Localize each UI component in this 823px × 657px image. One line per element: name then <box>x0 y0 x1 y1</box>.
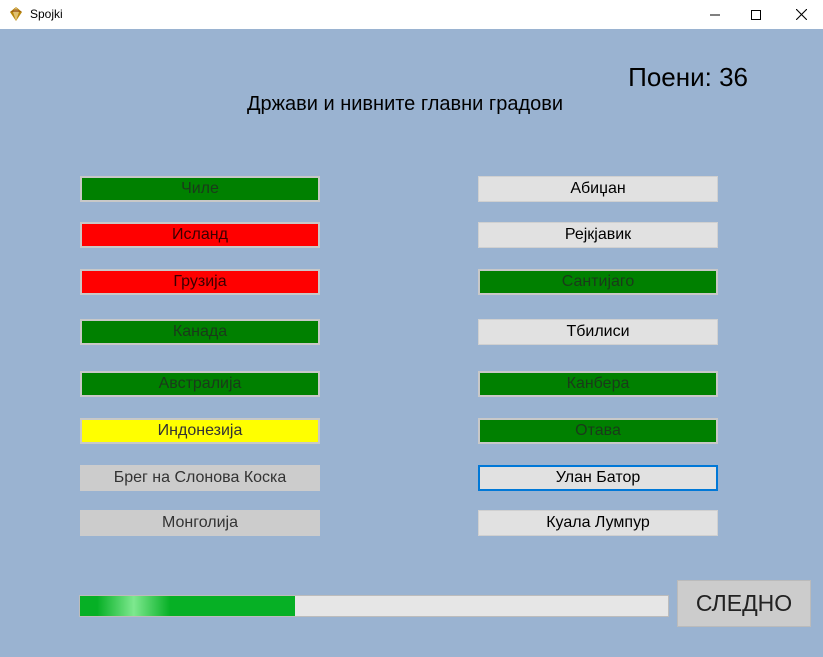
close-icon <box>795 9 807 20</box>
app-window: Spojki Поени: 36 Држави и нивните главни… <box>0 0 823 657</box>
title-bar: Spojki <box>0 0 823 29</box>
next-button[interactable]: СЛЕДНО <box>677 580 811 627</box>
capital-button[interactable]: Рејкјавик <box>478 222 718 248</box>
capital-button[interactable]: Куала Лумпур <box>478 510 718 536</box>
capital-button[interactable]: Тбилиси <box>478 319 718 345</box>
capital-button[interactable]: Сантијаго <box>478 269 718 295</box>
country-button[interactable]: Австралија <box>80 371 320 397</box>
minimize-icon <box>710 14 720 15</box>
country-button[interactable]: Индонезија <box>80 418 320 444</box>
maximize-button[interactable] <box>733 0 779 29</box>
country-button[interactable]: Грузија <box>80 269 320 295</box>
gem-icon <box>10 7 22 21</box>
window-title: Spojki <box>30 7 63 21</box>
country-button[interactable]: Канада <box>80 319 320 345</box>
capital-button[interactable]: Абиџан <box>478 176 718 202</box>
country-button[interactable]: Брег на Слонова Коска <box>80 465 320 491</box>
maximize-icon <box>751 9 761 20</box>
capital-button[interactable]: Отава <box>478 418 718 444</box>
capital-button[interactable]: Улан Батор <box>478 465 718 491</box>
country-button[interactable]: Исланд <box>80 222 320 248</box>
minimize-button[interactable] <box>692 0 738 29</box>
capital-button[interactable]: Канбера <box>478 371 718 397</box>
country-button[interactable]: Чиле <box>80 176 320 202</box>
country-button[interactable]: Монголија <box>80 510 320 536</box>
progress-bar <box>79 595 669 617</box>
close-button[interactable] <box>778 0 823 29</box>
page-title: Држави и нивните главни градови <box>246 93 564 115</box>
progress-fill <box>80 596 295 616</box>
points-label: Поени: 36 <box>628 62 748 92</box>
